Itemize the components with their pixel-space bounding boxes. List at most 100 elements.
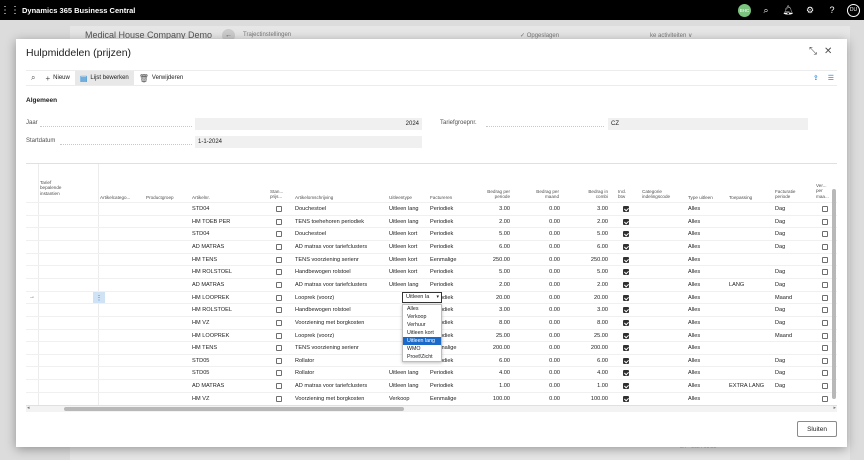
cell-toep[interactable] xyxy=(729,216,773,228)
cell-bpm[interactable]: 0.00 xyxy=(520,393,560,405)
cell-type[interactable]: Alles xyxy=(688,355,726,367)
cell-factper[interactable]: Maand xyxy=(775,292,813,304)
header-incl[interactable]: Incl. btw xyxy=(618,189,626,200)
checkbox[interactable] xyxy=(822,281,828,288)
cell-bpm[interactable]: 0.00 xyxy=(520,203,560,215)
cell-fact[interactable]: Periodiek xyxy=(430,380,470,392)
search-icon[interactable]: ⌕ xyxy=(759,3,773,17)
checkbox[interactable] xyxy=(276,231,282,238)
close-icon[interactable]: ✕ xyxy=(824,46,832,57)
cell-uitleen[interactable]: Uitleen lang xyxy=(389,279,429,291)
cell-toep[interactable] xyxy=(729,367,773,379)
checkbox[interactable] xyxy=(822,395,828,402)
cell-fact[interactable]: Eenmalige xyxy=(430,393,470,405)
cell-type[interactable]: Alles xyxy=(688,380,726,392)
cell-fact[interactable]: Periodiek xyxy=(430,367,470,379)
cell-art[interactable]: AD MATRAS xyxy=(192,380,262,392)
cell-factper[interactable]: Dag xyxy=(775,380,813,392)
cell-omschr[interactable]: Voorziening met borgkosten xyxy=(295,393,387,405)
cell-type[interactable]: Alles xyxy=(688,342,726,354)
cell-toep[interactable] xyxy=(729,203,773,215)
cell-toep[interactable] xyxy=(729,355,773,367)
header-type[interactable]: Type uitleen xyxy=(688,195,713,200)
cell-uitleen[interactable]: Uitleen lang xyxy=(389,380,429,392)
checkbox[interactable] xyxy=(623,395,629,402)
cell-type[interactable]: Alles xyxy=(688,367,726,379)
checkbox[interactable] xyxy=(822,319,828,326)
cell-uitleen[interactable]: Uitleen lang xyxy=(389,216,429,228)
header-artcat[interactable]: Artikelcatego... xyxy=(100,195,130,200)
checkbox[interactable] xyxy=(623,231,629,238)
cell-bpp[interactable]: 5.00 xyxy=(470,228,510,240)
cell-type[interactable]: Alles xyxy=(688,292,726,304)
cell-bpm[interactable]: 0.00 xyxy=(520,228,560,240)
cell-bpm[interactable]: 0.00 xyxy=(520,266,560,278)
checkbox[interactable] xyxy=(822,256,828,263)
checkbox[interactable] xyxy=(276,281,282,288)
cell-omschr[interactable]: Rollator xyxy=(295,355,387,367)
cell-bpp[interactable]: 6.00 xyxy=(470,241,510,253)
checkbox[interactable] xyxy=(822,383,828,390)
cell-factper[interactable]: Dag xyxy=(775,266,813,278)
cell-toep[interactable] xyxy=(729,342,773,354)
cell-bpp[interactable]: 20.00 xyxy=(470,292,510,304)
checkbox[interactable] xyxy=(623,307,629,314)
gear-icon[interactable]: ⚙ xyxy=(803,3,817,17)
cell-art[interactable]: STD04 xyxy=(192,203,262,215)
cell-type[interactable]: Alles xyxy=(688,317,726,329)
cell-factper[interactable]: Dag xyxy=(775,317,813,329)
dropdown-option[interactable]: Uitleen lang xyxy=(403,336,441,345)
table-row[interactable]: STD04 Douchestoel Uitleen lang Periodiek 3.0… xyxy=(26,202,837,215)
header-factper[interactable]: Facturatie periode xyxy=(775,189,795,200)
cell-uitleen[interactable]: Uitleen kort xyxy=(389,241,429,253)
cell-toep[interactable] xyxy=(729,292,773,304)
dropdown-option[interactable]: Uitleen kort xyxy=(403,329,441,337)
checkbox[interactable] xyxy=(822,218,828,225)
cell-bpp[interactable]: 6.00 xyxy=(470,355,510,367)
checkbox[interactable] xyxy=(276,206,282,212)
cell-factper[interactable] xyxy=(775,342,813,354)
cell-bpp[interactable]: 200.00 xyxy=(470,342,510,354)
environment-badge[interactable]: BHC xyxy=(738,3,751,17)
cell-art[interactable]: HM TENS xyxy=(192,254,262,266)
help-icon[interactable]: ? xyxy=(825,3,839,17)
table-row[interactable]: STD04 Douchestoel Uitleen kort Periodiek 5.0… xyxy=(26,227,837,240)
dropdown-option[interactable]: Verkoop xyxy=(403,313,441,321)
cell-bic[interactable]: 25.00 xyxy=(568,330,608,342)
cell-bpm[interactable]: 0.00 xyxy=(520,241,560,253)
cell-bpp[interactable]: 2.00 xyxy=(470,216,510,228)
cell-bpm[interactable]: 0.00 xyxy=(520,330,560,342)
cell-art[interactable]: AD MATRAS xyxy=(192,241,262,253)
header-fact[interactable]: Factureren xyxy=(430,195,452,200)
cell-art[interactable]: HM VZ xyxy=(192,317,262,329)
cell-bic[interactable]: 4.00 xyxy=(568,367,608,379)
cell-art[interactable]: HM LOOPREK xyxy=(192,292,262,304)
cell-toep[interactable] xyxy=(729,266,773,278)
checkbox[interactable] xyxy=(822,243,828,250)
cell-toep[interactable]: LANG xyxy=(729,279,773,291)
cell-fact[interactable]: Periodiek xyxy=(430,216,470,228)
checkbox[interactable] xyxy=(822,206,828,212)
checkbox[interactable] xyxy=(822,307,828,314)
cell-bpp[interactable]: 25.00 xyxy=(470,330,510,342)
checkbox[interactable] xyxy=(623,243,629,250)
cell-factper[interactable] xyxy=(775,254,813,266)
cell-uitleen[interactable]: Verkoop xyxy=(389,393,429,405)
cell-art[interactable]: HM VZ xyxy=(192,393,262,405)
table-row[interactable]: HM TOEB PER TENS toehehoren periodiek Uitl… xyxy=(26,214,837,228)
cell-factper[interactable]: Dag xyxy=(775,241,813,253)
collapse-icon[interactable]: ⤡ xyxy=(809,46,817,57)
cell-fact[interactable]: Periodiek xyxy=(430,241,470,253)
cell-uitleen[interactable]: Uitleen kort xyxy=(389,228,429,240)
checkbox[interactable] xyxy=(276,307,282,314)
vertical-scroll-thumb[interactable] xyxy=(832,189,836,399)
cell-bic[interactable]: 6.00 xyxy=(568,355,608,367)
app-launcher-icon[interactable]: ⋮⋮ xyxy=(0,0,20,20)
share-icon[interactable]: ⇪ xyxy=(813,74,819,82)
cell-bpm[interactable]: 0.00 xyxy=(520,216,560,228)
cell-type[interactable]: Alles xyxy=(688,216,726,228)
cell-type[interactable]: Alles xyxy=(688,330,726,342)
loan-type-select[interactable]: Uitleen la ▾ xyxy=(402,291,442,303)
checkbox[interactable] xyxy=(623,319,629,326)
checkbox[interactable] xyxy=(276,357,282,364)
